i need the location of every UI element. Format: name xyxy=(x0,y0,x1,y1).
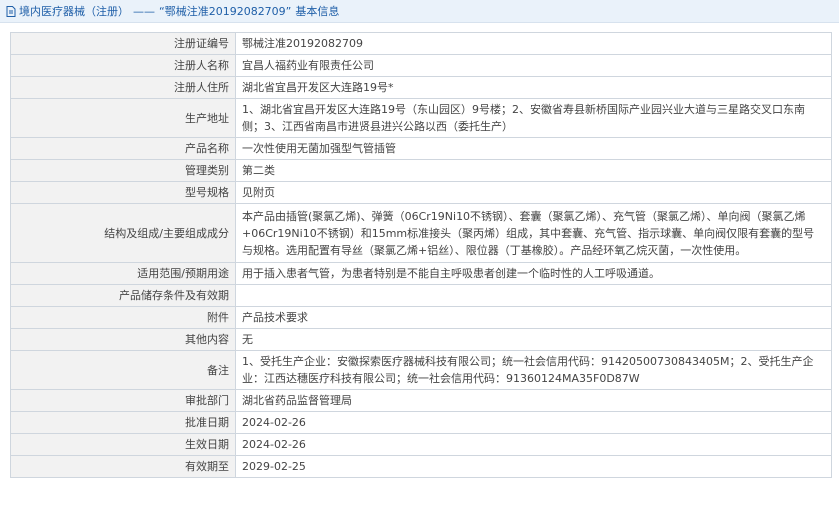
row-label: 生产地址 xyxy=(10,98,236,138)
table-row: 型号规格 见附页 xyxy=(10,181,832,204)
row-value: 第二类 xyxy=(235,159,832,182)
row-label: 备注 xyxy=(10,350,236,390)
table-row: 管理类别 第二类 xyxy=(10,159,832,182)
row-value: 2024-02-26 xyxy=(235,411,832,434)
row-label: 批准日期 xyxy=(10,411,236,434)
table-row: 产品名称 一次性使用无菌加强型气管插管 xyxy=(10,137,832,160)
row-value: 无 xyxy=(235,328,832,351)
row-value: 鄂械注准20192082709 xyxy=(235,32,832,55)
row-value: 2029-02-25 xyxy=(235,455,832,478)
table-row: 审批部门 湖北省药品监督管理局 xyxy=(10,389,832,412)
row-label: 附件 xyxy=(10,306,236,329)
row-label: 生效日期 xyxy=(10,433,236,456)
row-value: 2024-02-26 xyxy=(235,433,832,456)
row-value: 1、受托生产企业：安徽探索医疗器械科技有限公司；统一社会信用代码：9142050… xyxy=(235,350,832,390)
row-label: 产品名称 xyxy=(10,137,236,160)
table-row: 适用范围/预期用途 用于插入患者气管，为患者特别是不能自主呼吸患者创建一个临时性的… xyxy=(10,262,832,285)
row-value: 一次性使用无菌加强型气管插管 xyxy=(235,137,832,160)
table-row: 生产地址 1、湖北省宜昌开发区大连路19号（东山园区）9号楼；2、安徽省寿县新桥国… xyxy=(10,98,832,138)
row-label: 有效期至 xyxy=(10,455,236,478)
detail-table-container: 注册证编号 鄂械注准20192082709 注册人名称 宜昌人福药业有限责任公司 注册人… xyxy=(10,32,832,478)
row-label: 审批部门 xyxy=(10,389,236,412)
row-label: 注册证编号 xyxy=(10,32,236,55)
table-row: 有效期至 2029-02-25 xyxy=(10,455,832,478)
breadcrumb-separator: —— xyxy=(133,4,155,18)
row-label: 适用范围/预期用途 xyxy=(10,262,236,285)
page-header: 境内医疗器械（注册） —— “鄂械注准20192082709” 基本信息 xyxy=(0,0,839,23)
row-label: 注册人住所 xyxy=(10,76,236,99)
table-row: 注册人住所 湖北省宜昌开发区大连路19号* xyxy=(10,76,832,99)
breadcrumb-category[interactable]: 境内医疗器械（注册） xyxy=(19,3,129,19)
table-row: 其他内容无 xyxy=(10,328,832,351)
row-value: 本产品由插管(聚氯乙烯)、弹簧（06Cr19Ni10不锈钢）、套囊（聚氯乙烯）、… xyxy=(235,203,832,263)
section-title: 基本信息 xyxy=(295,5,340,18)
detail-table: 注册证编号 鄂械注准20192082709 注册人名称 宜昌人福药业有限责任公司 注册人… xyxy=(10,32,832,478)
row-label: 型号规格 xyxy=(10,181,236,204)
table-row: 注册证编号 鄂械注准20192082709 xyxy=(10,32,832,55)
row-value: 用于插入患者气管，为患者特别是不能自主呼吸患者创建一个临时性的人工呼吸通道。 xyxy=(235,262,832,285)
table-row: 注册人名称 宜昌人福药业有限责任公司 xyxy=(10,54,832,77)
table-row: 备注 1、受托生产企业：安徽探索医疗器械科技有限公司；统一社会信用代码：91420… xyxy=(10,350,832,390)
table-row: 批准日期 2024-02-26 xyxy=(10,411,832,434)
row-value: 湖北省药品监督管理局 xyxy=(235,389,832,412)
row-label: 结构及组成/主要组成成分 xyxy=(10,203,236,263)
row-value xyxy=(235,284,832,307)
row-value: 1、湖北省宜昌开发区大连路19号（东山园区）9号楼；2、安徽省寿县新桥国际产业园… xyxy=(235,98,832,138)
record-title: “鄂械注准20192082709” xyxy=(159,5,292,18)
table-row: 结构及组成/主要组成成分 本产品由插管(聚氯乙烯)、弹簧（06Cr19Ni10不锈… xyxy=(10,203,832,263)
row-label: 注册人名称 xyxy=(10,54,236,77)
document-icon xyxy=(6,5,16,17)
row-value: 湖北省宜昌开发区大连路19号* xyxy=(235,76,832,99)
table-row: 附件 产品技术要求 xyxy=(10,306,832,329)
row-value: 见附页 xyxy=(235,181,832,204)
row-label: 管理类别 xyxy=(10,159,236,182)
row-label: 产品储存条件及有效期 xyxy=(10,284,236,307)
table-row: 生效日期 2024-02-26 xyxy=(10,433,832,456)
table-row: 产品储存条件及有效期 xyxy=(10,284,832,307)
row-value: 宜昌人福药业有限责任公司 xyxy=(235,54,832,77)
row-value: 产品技术要求 xyxy=(235,306,832,329)
row-label: 其他内容 xyxy=(10,328,236,351)
